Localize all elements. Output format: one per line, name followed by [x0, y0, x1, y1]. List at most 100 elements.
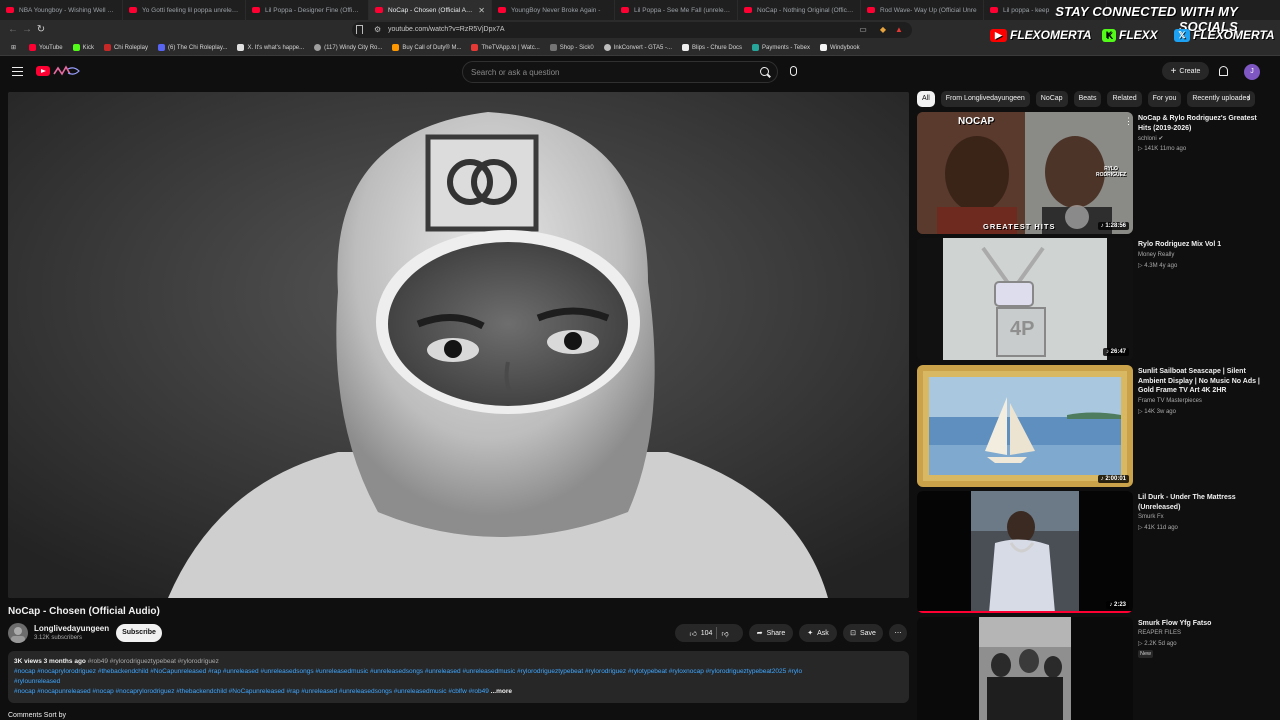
- extension-icon[interactable]: ◆: [876, 23, 890, 37]
- bookmark-icon[interactable]: [356, 25, 363, 34]
- browser-tab[interactable]: NoCap - Nothing Original (Official A: [738, 0, 861, 20]
- forward-arrow-icon[interactable]: →: [20, 23, 34, 37]
- bookmark-kick[interactable]: Kick: [68, 44, 99, 51]
- chip-from-channel[interactable]: From Longlivedayungeen: [940, 91, 1030, 107]
- browser-tab[interactable]: Rod Wave- Way Up (Official Unre: [861, 0, 984, 20]
- recommendation-title[interactable]: Sunlit Sailboat Seascape | Silent Ambien…: [1138, 367, 1268, 396]
- recommendation-item[interactable]: ♪ 2:00:01 Sunlit Sailboat Seascape | Sil…: [917, 365, 1277, 487]
- browser-tab[interactable]: YoungBoy Never Broke Again -: [492, 0, 615, 20]
- youtube-favicon-icon: [498, 7, 506, 13]
- description-box[interactable]: 3K views 3 months ago #rob49 #rylorodrig…: [8, 651, 909, 703]
- youtube-header: + Create J: [0, 57, 1280, 87]
- plus-icon: +: [1170, 65, 1177, 77]
- bookmark-call-of-duty[interactable]: Buy Call of Duty® M...: [387, 44, 466, 51]
- description-tags[interactable]: #rob49 #rylorodrigueztypebeat #rylorodri…: [88, 658, 219, 665]
- extension-icon[interactable]: ▲: [892, 23, 906, 37]
- video-thumbnail[interactable]: ♪ 2:23: [917, 491, 1133, 613]
- recommendation-item[interactable]: ♪ 2:23 Lil Durk - Under The Mattress (Un…: [917, 491, 1277, 613]
- like-button[interactable]: 👍︎ 104: [689, 629, 712, 638]
- microphone-icon[interactable]: [790, 66, 797, 76]
- video-frame-image: [8, 92, 909, 598]
- show-more-link[interactable]: ...more: [491, 688, 512, 695]
- kick-icon: K: [1102, 28, 1116, 42]
- apps-grid-icon[interactable]: ⊞: [6, 44, 24, 51]
- recommendation-item[interactable]: 4P ♪ 26:47 Rylo Rodriguez Mix Vol 1 Mone…: [917, 238, 1277, 360]
- subscriber-count: 3.12K subscribers: [34, 635, 83, 641]
- search-input[interactable]: [463, 62, 743, 82]
- browser-tab[interactable]: Lil Poppa - See Me Fall (unreleased: [615, 0, 738, 20]
- chevron-right-icon[interactable]: ›: [1247, 94, 1257, 104]
- description-hashtags[interactable]: #rylounreleased: [14, 677, 903, 687]
- address-bar[interactable]: ⚙ youtube.com/watch?v=RzR5VjDpx7A: [352, 22, 912, 38]
- recommendation-channel[interactable]: Frame TV Masterpieces: [1138, 398, 1202, 404]
- site-info-icon[interactable]: ⚙: [374, 22, 381, 38]
- bookmark-shop[interactable]: Shop - Sick0: [545, 44, 599, 51]
- bookmark-x[interactable]: X. It's what's happe...: [232, 44, 309, 51]
- youtube-doodle-icon[interactable]: [52, 65, 82, 77]
- back-arrow-icon[interactable]: ←: [6, 23, 20, 37]
- tab-label: Yo Gotti feeling lil poppa unreleased: [142, 6, 239, 14]
- video-thumbnail[interactable]: ♪ 2:00:01: [917, 365, 1133, 487]
- account-avatar[interactable]: J: [1244, 64, 1260, 80]
- recommendation-title[interactable]: Smurk Flow Yfg Fatso: [1138, 619, 1268, 629]
- save-button[interactable]: ⊡ Save: [843, 624, 883, 642]
- subscribe-button[interactable]: Subscribe: [116, 624, 162, 642]
- reload-icon[interactable]: ↻: [34, 23, 48, 37]
- recommendation-channel[interactable]: Smurk Fx: [1138, 514, 1164, 520]
- browser-tab[interactable]: NBA Youngboy - Wishing Well (Time: [0, 0, 123, 20]
- video-thumbnail[interactable]: NOCAP RYLO RODRIGUEZ GREATEST HITS ♪ 1:2…: [917, 112, 1133, 234]
- chip-nocap[interactable]: NoCap: [1035, 91, 1068, 107]
- browser-tab-active[interactable]: NoCap - Chosen (Official Audio) ✕: [369, 0, 492, 20]
- search-box[interactable]: [462, 61, 778, 83]
- ask-button[interactable]: ✦ Ask: [799, 624, 837, 642]
- social-kick: K FLEXX: [1102, 26, 1158, 44]
- chip-all[interactable]: All: [917, 91, 935, 107]
- bookmark-windybook[interactable]: Windybook: [815, 44, 865, 51]
- create-button[interactable]: + Create: [1162, 62, 1209, 80]
- bookmark-blips[interactable]: Blips - Chure Docs: [677, 44, 747, 51]
- recommendation-meta: ▷ 14K 3w ago: [1138, 408, 1176, 415]
- recommendation-title[interactable]: NoCap & Rylo Rodriguez's Greatest Hits (…: [1138, 114, 1268, 133]
- search-icon[interactable]: [760, 67, 769, 76]
- video-player[interactable]: [8, 92, 909, 598]
- browser-tab[interactable]: Yo Gotti feeling lil poppa unreleased: [123, 0, 246, 20]
- recommendation-channel[interactable]: Money Really: [1138, 252, 1174, 258]
- chip-for-you[interactable]: For you: [1147, 91, 1182, 107]
- close-tab-icon[interactable]: ✕: [478, 6, 485, 15]
- chip-related[interactable]: Related: [1107, 91, 1142, 107]
- notifications-bell-icon[interactable]: [1219, 66, 1228, 76]
- recommendation-channel[interactable]: schloni ✔: [1138, 135, 1163, 142]
- tvapp-icon: [471, 44, 479, 51]
- browser-tab[interactable]: Lil Poppa - Designer Fine (Official M: [246, 0, 369, 20]
- more-vertical-icon[interactable]: ⋮: [1124, 116, 1133, 127]
- description-hashtags[interactable]: #nocap #nocapunreleased #nocap #nocapryl…: [14, 688, 489, 695]
- share-button[interactable]: ➦ Share: [749, 624, 793, 642]
- cast-icon[interactable]: ▭: [856, 23, 870, 37]
- recommendation-title[interactable]: Lil Durk - Under The Mattress (Unrelease…: [1138, 493, 1268, 512]
- video-thumbnail[interactable]: 4P ♪ 26:47: [917, 238, 1133, 360]
- chip-beats[interactable]: Beats: [1073, 91, 1102, 107]
- bookmark-discord[interactable]: (6) The Chi Roleplay...: [153, 44, 232, 51]
- recommendation-title[interactable]: Rylo Rodriguez Mix Vol 1: [1138, 240, 1268, 250]
- dislike-button[interactable]: 👎︎: [721, 629, 728, 638]
- menu-icon[interactable]: [12, 67, 23, 76]
- description-hashtags[interactable]: #nocap #nocaprylorodriguez #thebackendch…: [14, 667, 903, 677]
- more-actions-button[interactable]: ⋯: [889, 624, 907, 642]
- bookmark-tvapp[interactable]: TheTVApp.to | Watc...: [466, 44, 544, 51]
- bookmark-inkconvert[interactable]: InkConvert - GTA5 -...: [599, 44, 677, 51]
- bookmark-chi-roleplay[interactable]: Chi Roleplay: [99, 44, 153, 51]
- recommendation-item[interactable]: Smurk Flow Yfg Fatso REAPER FILES ▷ 2.2K…: [917, 617, 1277, 720]
- channel-avatar[interactable]: [8, 623, 28, 643]
- recommendation-item[interactable]: NOCAP RYLO RODRIGUEZ GREATEST HITS ♪ 1:2…: [917, 112, 1277, 234]
- bookmark-youtube[interactable]: YouTube: [24, 44, 68, 51]
- video-thumbnail[interactable]: [917, 617, 1133, 720]
- bookmark-windy-city[interactable]: (117) Windy City Ro...: [309, 44, 387, 51]
- duration-label: 2:23: [1113, 602, 1126, 608]
- bookmark-tebex[interactable]: Payments - Tebex: [747, 44, 815, 51]
- recommendation-channel[interactable]: REAPER FILES: [1138, 630, 1181, 636]
- channel-name[interactable]: Longlivedayungeen: [34, 624, 109, 633]
- tab-label: NBA Youngboy - Wishing Well (Time: [19, 6, 116, 14]
- youtube-logo-icon[interactable]: [36, 66, 50, 76]
- chip-recently-uploaded[interactable]: Recently uploaded: [1187, 91, 1256, 107]
- comments-header: Comments Sort by: [8, 712, 66, 719]
